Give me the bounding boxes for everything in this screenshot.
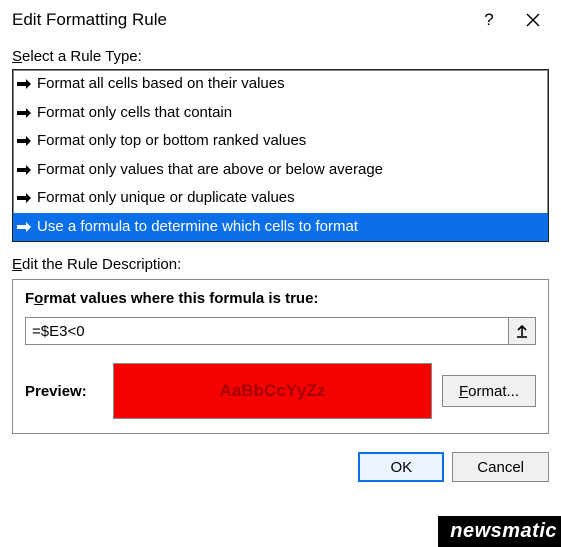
rule-description-label: Edit the Rule Description: — [12, 256, 549, 273]
close-icon — [525, 12, 541, 28]
preview-swatch: AaBbCcYyZz — [113, 363, 432, 419]
preview-row: Preview: AaBbCcYyZz Format... — [25, 363, 536, 419]
arrow-icon — [17, 136, 31, 146]
collapse-icon — [515, 324, 529, 338]
formula-row — [25, 317, 536, 345]
rule-description-box: Format values where this formula is true… — [12, 279, 549, 434]
formula-label: Format values where this formula is true… — [25, 290, 536, 307]
title-controls: ? — [477, 10, 549, 30]
rule-type-item-text: Format only unique or duplicate values — [37, 187, 295, 210]
dialog-buttons: OK Cancel — [0, 442, 561, 482]
help-button[interactable]: ? — [477, 10, 501, 30]
ok-button[interactable]: OK — [358, 452, 444, 482]
arrow-icon — [17, 79, 31, 89]
rule-type-item[interactable]: Format only unique or duplicate values — [13, 184, 548, 213]
title-bar: Edit Formatting Rule ? — [0, 0, 561, 44]
rule-type-item[interactable]: Format all cells based on their values — [13, 70, 548, 99]
rule-type-item[interactable]: Format only values that are above or bel… — [13, 156, 548, 185]
preview-label: Preview: — [25, 383, 103, 400]
rule-type-item-text: Format only cells that contain — [37, 102, 232, 125]
rule-type-item[interactable]: Format only top or bottom ranked values — [13, 127, 548, 156]
arrow-icon — [17, 222, 31, 232]
formula-input[interactable] — [25, 317, 508, 345]
arrow-icon — [17, 108, 31, 118]
rule-type-item-text: Format only top or bottom ranked values — [37, 130, 306, 153]
rule-type-item-text: Use a formula to determine which cells t… — [37, 216, 358, 239]
rule-type-listbox[interactable]: Format all cells based on their values F… — [12, 69, 549, 242]
dialog-title: Edit Formatting Rule — [12, 10, 477, 30]
cancel-button[interactable]: Cancel — [452, 452, 549, 482]
collapse-dialog-button[interactable] — [508, 317, 536, 345]
arrow-icon — [17, 193, 31, 203]
arrow-icon — [17, 165, 31, 175]
rule-type-item-text: Format only values that are above or bel… — [37, 159, 383, 182]
rule-type-item[interactable]: Use a formula to determine which cells t… — [13, 213, 548, 242]
dialog-body: Select a Rule Type: Format all cells bas… — [0, 44, 561, 442]
format-button[interactable]: Format... — [442, 375, 536, 407]
rule-type-label: Select a Rule Type: — [12, 48, 549, 65]
close-button[interactable] — [525, 12, 549, 28]
rule-type-item[interactable]: Format only cells that contain — [13, 99, 548, 128]
rule-type-item-text: Format all cells based on their values — [37, 73, 285, 96]
watermark: newsmatic — [438, 516, 561, 547]
